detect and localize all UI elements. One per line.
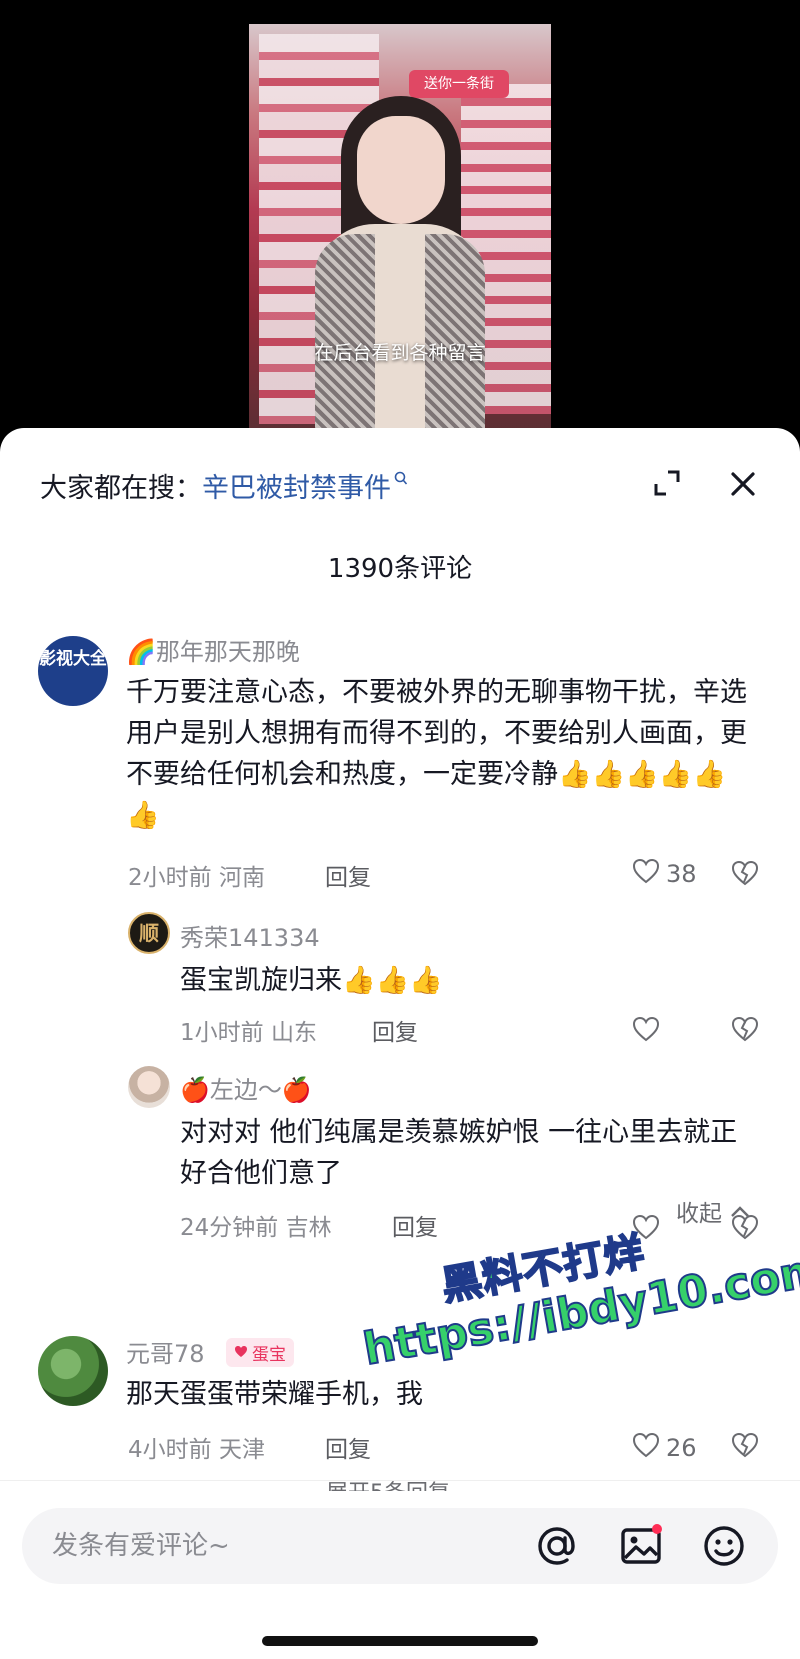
- close-icon[interactable]: [727, 468, 759, 500]
- reply-button[interactable]: 回复: [392, 1208, 438, 1242]
- reply-button[interactable]: 回复: [372, 1013, 418, 1047]
- like-count: 38: [666, 860, 697, 888]
- at-mention-icon[interactable]: [533, 1522, 581, 1570]
- comment-location: 河南: [218, 865, 265, 891]
- avatar[interactable]: [38, 1336, 108, 1406]
- fan-badge-label: 蛋宝: [252, 1345, 286, 1365]
- trending-search-prefix: 大家都在搜：: [40, 473, 202, 504]
- comment-time: 2小时前: [128, 865, 212, 891]
- comment-time: 1小时前: [180, 1020, 264, 1046]
- fullscreen-expand-icon[interactable]: [652, 468, 682, 498]
- comment-username[interactable]: 🍎左边～🍎: [180, 1070, 312, 1105]
- video-caption: 在后台看到各种留言: [314, 342, 486, 364]
- reply-button[interactable]: 回复: [325, 858, 371, 892]
- trending-search[interactable]: 大家都在搜： 辛巴被封禁事件: [40, 466, 408, 505]
- video-person-vest-left: [315, 234, 375, 434]
- heart-badge-icon: [234, 1343, 248, 1363]
- like-button[interactable]: 26: [632, 1432, 697, 1464]
- comment-meta: 1小时前 山东: [180, 1013, 317, 1047]
- avatar-text: 顺: [139, 921, 159, 945]
- heart-icon: [632, 1432, 660, 1464]
- comment-location: 吉林: [285, 1215, 332, 1241]
- comment-meta: 4小时前 天津: [128, 1430, 265, 1464]
- comment-input[interactable]: [52, 1528, 492, 1564]
- image-picker-icon[interactable]: [617, 1522, 665, 1570]
- avatar[interactable]: 影视大全: [38, 636, 108, 706]
- comment-time: 24分钟前: [180, 1215, 279, 1241]
- broken-heart-icon[interactable]: [731, 1432, 759, 1462]
- comment-username[interactable]: 🌈那年那天那晚: [126, 632, 300, 667]
- comment-meta: 2小时前 河南: [128, 858, 265, 892]
- fan-badge: 蛋宝: [226, 1338, 294, 1367]
- comment-meta: 24分钟前 吉林: [180, 1208, 332, 1242]
- comment-text: 那天蛋蛋带荣耀手机，我: [126, 1379, 423, 1410]
- like-button[interactable]: [632, 1016, 660, 1048]
- reply-button[interactable]: 回复: [325, 1430, 371, 1464]
- video-person-vest-right: [425, 234, 485, 434]
- expand-more-replies[interactable]: 展开5条回复: [326, 1475, 450, 1491]
- comment-location: 山东: [270, 1020, 317, 1046]
- comment-time: 4小时前: [128, 1437, 212, 1463]
- home-indicator[interactable]: [262, 1636, 538, 1646]
- avatar[interactable]: 顺: [128, 912, 170, 954]
- comments-count-title: 1390条评论: [327, 554, 473, 584]
- comment-username[interactable]: 秀荣141334: [180, 918, 320, 953]
- emoji-picker-icon[interactable]: [700, 1522, 748, 1570]
- avatar[interactable]: [128, 1066, 170, 1108]
- video-player[interactable]: 送你一条街 在后台看到各种留言: [249, 24, 551, 434]
- like-button[interactable]: 38: [632, 858, 697, 890]
- heart-icon: [632, 858, 660, 890]
- comment-username[interactable]: 元哥78: [126, 1334, 205, 1369]
- trending-search-term[interactable]: 辛巴被封禁事件: [202, 466, 391, 505]
- comment-location: 天津: [218, 1437, 265, 1463]
- comment-text: 蛋宝凯旋归来👍👍👍: [180, 965, 443, 996]
- comment-text: 千万要注意心态，不要被外界的无聊事物干扰，辛选用户是别人想拥有而得不到的，不要给…: [126, 677, 747, 831]
- video-person-face: [357, 116, 445, 224]
- broken-heart-icon[interactable]: [731, 1016, 759, 1046]
- comment-text: 对对对 他们纯属是羡慕嫉妒恨 一往心里去就正好合他们意了: [180, 1117, 738, 1189]
- heart-icon: [632, 1016, 660, 1048]
- video-sign-text: 送你一条街: [409, 70, 509, 98]
- broken-heart-icon[interactable]: [731, 860, 759, 890]
- search-icon: [394, 471, 408, 491]
- like-count: 26: [666, 1434, 697, 1462]
